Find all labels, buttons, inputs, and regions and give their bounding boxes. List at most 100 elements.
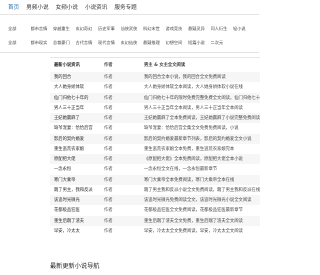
novel-table: 最新小说资讯 作者 男主 & 女主全文阅读 我的回合 作者 我的回合全本小说，我的回… xyxy=(50,57,260,236)
read-link[interactable]: 《原配把大佬》全本免费阅读，原配把大佬全本小说 xyxy=(142,156,260,162)
novel-title-link[interactable]: 踹了男主，我和反派 xyxy=(50,187,102,193)
novel-title-link[interactable]: 仙门归他七十年的 xyxy=(50,95,102,101)
read-link[interactable]: 重生后踹了渣夫全文免费，重生后踹了渣夫全文阅读 xyxy=(142,218,260,224)
author-name: 作者 xyxy=(104,177,113,183)
table-row: 王妃她赢麻了 作者 王妃她赢麻了全本免费阅读，王妃她赢麻了小说完整免费阅读 xyxy=(50,113,260,124)
category-link[interactable]: 同人衍生 xyxy=(211,26,234,32)
category-link[interactable]: 科幻末世 xyxy=(143,26,166,32)
table-row: 重生逃荒农家娘 作者 重生逃荒农家娘全本免费，重生逃荒农家娘完本 xyxy=(50,144,260,154)
table-header: 最新小说资讯 作者 男主 & 女主全文阅读 xyxy=(50,58,260,72)
category-link[interactable]: 二次元 xyxy=(211,40,234,46)
read-link[interactable]: 王妃她赢麻了全本免费阅读，王妃她赢麻了小说完整免费阅读 xyxy=(142,115,260,121)
category-row: 全部 都市言情 穿越重生 玄幻奇幻 历史军事 仙侠武侠 科幻末世 游戏竞技 悬疑灵异 同人衍生 轻小… xyxy=(0,22,259,36)
table-row: 寒门大乘帝 作者 寒门大乘帝全本免费阅读，寒门大乘帝全本在线 xyxy=(50,174,260,185)
author-name: 作者 xyxy=(104,167,113,173)
novel-title-link[interactable]: 该追时光微光 xyxy=(50,197,102,203)
category-nav: 全部 都市言情 穿越重生 玄幻奇幻 历史军事 仙侠武侠 科幻末世 游戏竞技 悬疑灵异 同人衍生 轻小… xyxy=(0,22,259,50)
table-row: 男人三十正当年 作者 男人三十正当年全本阅读，男人三十正当年全本阅读 xyxy=(50,103,260,113)
table-row: 原配把大佬 作者 《原配把大佬》全本免费阅读，原配把大佬全本小说 xyxy=(50,154,260,165)
author-name: 作者 xyxy=(104,75,113,81)
read-link[interactable]: 早安，冷太太全文免费阅读，早安，冷太太全文阅读 xyxy=(142,228,260,234)
author-name: 作者 xyxy=(104,218,113,224)
nav-item-1[interactable]: 男频小说 xyxy=(26,3,48,11)
table-row: 踹了男主，我和反派 作者 踹了男主我和反派小说全文免费阅读，踹了男主我和反派在线 xyxy=(50,185,260,195)
read-link[interactable]: 影后的契约婚爱最新章节列表，影后的契约婚爱全文小说 xyxy=(142,136,260,142)
header-read: 男主 & 女主全文阅读 xyxy=(144,63,186,68)
read-link[interactable]: 踹了男主我和反派小说全文免费阅读，踹了男主我和反派在线 xyxy=(142,187,260,193)
novel-title-link[interactable]: 一念永恒 xyxy=(50,166,102,172)
novel-title-link[interactable]: 早安，冷太太 xyxy=(50,228,102,234)
novel-title-link[interactable]: 原配把大佬 xyxy=(50,156,102,162)
nav-item-4[interactable]: 服务专题 xyxy=(114,3,136,11)
novel-title-link[interactable]: 重生后踹了渣夫 xyxy=(50,218,102,224)
novel-title-link[interactable]: 男人三十正当年 xyxy=(50,105,102,111)
read-link[interactable]: 寒门大乘帝全本免费阅读，寒门大乘帝全本在线 xyxy=(142,177,260,183)
author-name: 作者 xyxy=(104,85,113,91)
novel-title-link[interactable]: 影后的契约婚爱 xyxy=(50,136,102,142)
read-link[interactable]: 该追时光微光免费阅读全文，该追时光微光小说全文阅读 xyxy=(142,197,260,203)
category-link[interactable]: 现代言情 xyxy=(98,40,121,46)
table-body: 我的回合 作者 我的回合全本小说，我的回合全文免费阅读 大人她身娇体软 作者 大人她身娇体… xyxy=(50,72,260,236)
category-link[interactable]: 游戏竞技 xyxy=(166,26,189,32)
author-name: 作者 xyxy=(104,228,113,234)
author-name: 作者 xyxy=(104,208,113,214)
category-link[interactable]: 幻想空间 xyxy=(166,40,189,46)
table-row: 一念永恒 作者 一念永恒全文在线，一念永恒最新章节 xyxy=(50,164,260,174)
category-row: 全部 都市现实 总裁豪门 古代言情 现代言情 玄幻仙侠 悬疑推理 幻想空间 短篇小说 二次元 xyxy=(0,36,259,50)
table-row: 我的回合 作者 我的回合全本小说，我的回合全文免费阅读 xyxy=(50,72,260,83)
category-link[interactable]: 轻小说 xyxy=(233,26,256,32)
table-row: 花都极品狂医 作者 花都极品狂医全文免费阅读，花都极品狂医最新章节 xyxy=(50,205,260,215)
category-link[interactable]: 全部 xyxy=(8,40,31,46)
read-link[interactable]: 仙门归他七十年的限时免费完整免费全文阅读，仙门归他七十年的 xyxy=(142,95,260,101)
category-link[interactable]: 都市现实 xyxy=(31,40,54,46)
nav-item-3[interactable]: 小说资讯 xyxy=(85,3,107,11)
category-link[interactable]: 全部 xyxy=(8,26,31,32)
table-row: 大人她身娇体软 作者 大人她身娇体软全本阅读，大人她身娇体软小说在线 xyxy=(50,82,260,92)
category-link[interactable]: 悬疑灵异 xyxy=(188,26,211,32)
table-row: 该追时光微光 作者 该追时光微光免费阅读全文，该追时光微光小说全文阅读 xyxy=(50,195,260,206)
author-name: 作者 xyxy=(104,105,113,111)
read-link[interactable]: 缺爷宠妻：恰恰后宫全集全文免费免费阅读，小说 xyxy=(142,125,260,131)
novel-title-link[interactable]: 我的回合 xyxy=(50,74,102,80)
table-row: 仙门归他七十年的 作者 仙门归他七十年的限时免费完整免费全文阅读，仙门归他七十年的 xyxy=(50,92,260,103)
read-link[interactable]: 重生逃荒农家娘全本免费，重生逃荒农家娘完本 xyxy=(142,146,260,152)
nav-item-0[interactable]: 首页 xyxy=(8,3,19,11)
category-link[interactable]: 历史军事 xyxy=(98,26,121,32)
read-link[interactable]: 男人三十正当年全本阅读，男人三十正当年全本阅读 xyxy=(142,105,260,111)
author-name: 作者 xyxy=(104,157,113,163)
read-link[interactable]: 大人她身娇体软全本阅读，大人她身娇体软小说在线 xyxy=(142,84,260,90)
read-link[interactable]: 一念永恒全文在线，一念永恒最新章节 xyxy=(142,166,260,172)
novel-title-link[interactable]: 花都极品狂医 xyxy=(50,207,102,213)
novel-title-link[interactable]: 寒门大乘帝 xyxy=(50,177,102,183)
category-link[interactable]: 悬疑推理 xyxy=(143,40,166,46)
category-link[interactable]: 仙侠武侠 xyxy=(121,26,144,32)
read-link[interactable]: 我的回合全本小说，我的回合全文免费阅读 xyxy=(142,74,260,80)
category-link[interactable]: 穿越重生 xyxy=(53,26,76,32)
category-link[interactable]: 总裁豪门 xyxy=(53,40,76,46)
category-link[interactable]: 短篇小说 xyxy=(188,40,211,46)
section-title: 最新更新小说导航 xyxy=(50,263,100,270)
novel-title-link[interactable]: 重生逃荒农家娘 xyxy=(50,146,102,152)
read-link[interactable]: 花都极品狂医全文免费阅读，花都极品狂医最新章节 xyxy=(142,207,260,213)
category-link[interactable]: 古代言情 xyxy=(76,40,99,46)
author-name: 作者 xyxy=(104,116,113,122)
novel-title-link[interactable]: 缺爷宠妻：恰恰后宫 xyxy=(50,125,102,131)
header-author: 作者 xyxy=(104,63,113,68)
author-name: 作者 xyxy=(104,126,113,132)
category-link[interactable]: 都市言情 xyxy=(31,26,54,32)
nav-item-2[interactable]: 女频小说 xyxy=(56,3,78,11)
top-nav: 首页 男频小说 女频小说 小说资讯 服务专题 xyxy=(0,0,259,13)
category-link[interactable]: 玄幻奇幻 xyxy=(76,26,99,32)
category-link[interactable]: 玄幻仙侠 xyxy=(121,40,144,46)
author-name: 作者 xyxy=(104,146,113,152)
author-name: 作者 xyxy=(104,187,113,193)
novel-title-link[interactable]: 大人她身娇体软 xyxy=(50,84,102,90)
table-row: 影后的契约婚爱 作者 影后的契约婚爱最新章节列表，影后的契约婚爱全文小说 xyxy=(50,133,260,144)
table-row: 缺爷宠妻：恰恰后宫 作者 缺爷宠妻：恰恰后宫全集全文免费免费阅读，小说 xyxy=(50,123,260,133)
divider xyxy=(0,14,259,15)
novel-title-link[interactable]: 王妃她赢麻了 xyxy=(50,115,102,121)
table-row: 重生后踹了渣夫 作者 重生后踹了渣夫全文免费，重生后踹了渣夫全文阅读 xyxy=(50,215,260,226)
divider xyxy=(0,52,259,53)
author-name: 作者 xyxy=(104,95,113,101)
author-name: 作者 xyxy=(104,136,113,142)
